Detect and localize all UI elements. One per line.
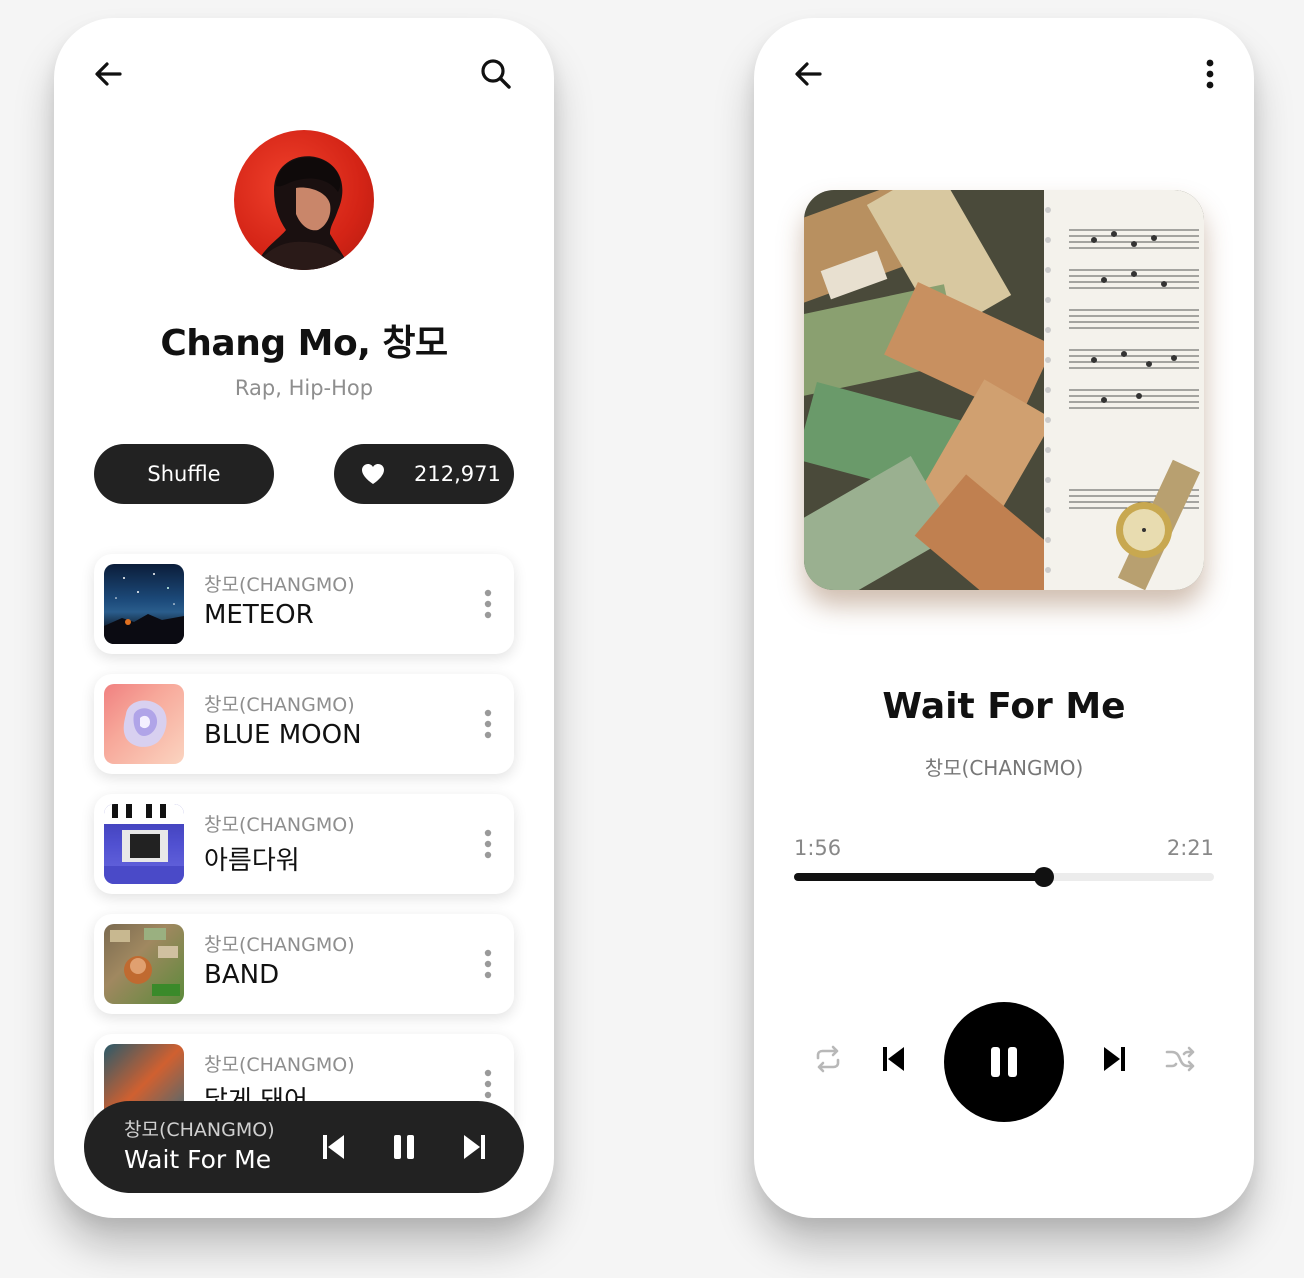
track-artist: 창모(CHANGMO)	[204, 814, 355, 836]
progress-bar[interactable]	[794, 867, 1214, 887]
album-cover	[104, 684, 184, 764]
shuffle-button[interactable]: Shuffle	[94, 444, 274, 504]
pause-icon	[394, 1135, 414, 1159]
shuffle-toggle-button[interactable]	[1162, 1041, 1198, 1077]
skip-next-icon	[464, 1135, 485, 1159]
artist-genre: Rap, Hip-Hop	[234, 376, 374, 400]
more-vertical-icon	[1206, 59, 1214, 89]
now-playing-title: Wait For Me	[882, 686, 1126, 727]
skip-previous-icon	[883, 1047, 904, 1071]
track-title: 아름다워	[204, 846, 300, 876]
like-count: 212,971	[414, 462, 501, 486]
shuffle-icon	[1165, 1046, 1195, 1072]
track-artist: 창모(CHANGMO)	[204, 934, 355, 956]
album-cover	[104, 564, 184, 644]
album-art	[804, 190, 1204, 590]
artist-avatar	[234, 130, 374, 270]
track-menu-button[interactable]	[474, 822, 502, 866]
next-button[interactable]	[1096, 1041, 1132, 1077]
progress-thumb[interactable]	[1034, 867, 1055, 887]
previous-button[interactable]	[876, 1041, 912, 1077]
artist-name: Chang Mo, 창모	[160, 323, 448, 364]
track-menu-button[interactable]	[474, 942, 502, 986]
arrow-left-icon	[795, 62, 822, 86]
mini-player-title: Wait For Me	[124, 1145, 272, 1174]
artist-screen: Chang Mo, 창모 Rap, Hip-Hop Shuffle 212,97…	[54, 18, 554, 1218]
skip-next-icon	[1104, 1047, 1125, 1071]
pause-icon	[991, 1047, 1017, 1077]
total-time: 2:21	[1166, 836, 1214, 860]
more-options-button[interactable]	[1188, 52, 1232, 96]
track-menu-button[interactable]	[474, 582, 502, 626]
more-vertical-icon	[484, 949, 492, 979]
track-item-areumdawo[interactable]: 창모(CHANGMO) 아름다워	[94, 794, 514, 894]
more-vertical-icon	[484, 829, 492, 859]
track-menu-button[interactable]	[474, 1062, 502, 1106]
heart-icon	[362, 464, 384, 484]
back-button[interactable]	[786, 52, 830, 96]
album-art-image	[804, 190, 1204, 590]
more-vertical-icon	[484, 1069, 492, 1099]
artist-photo	[254, 156, 352, 270]
mini-player[interactable]: 창모(CHANGMO) Wait For Me	[84, 1101, 524, 1193]
track-item-blue-moon[interactable]: 창모(CHANGMO) BLUE MOON	[94, 674, 514, 774]
album-cover	[104, 804, 184, 884]
track-artist: 창모(CHANGMO)	[204, 1054, 355, 1076]
progress-fill	[794, 873, 1045, 881]
play-pause-button[interactable]	[944, 1002, 1064, 1122]
track-item-meteor[interactable]: 창모(CHANGMO) METEOR	[94, 554, 514, 654]
like-button[interactable]: 212,971	[334, 444, 514, 504]
album-cover	[104, 924, 184, 1004]
back-button[interactable]	[86, 52, 130, 96]
mini-pause-button[interactable]	[384, 1127, 424, 1167]
search-icon	[481, 59, 511, 89]
track-menu-button[interactable]	[474, 702, 502, 746]
now-playing-screen: Wait For Me 창모(CHANGMO) 1:56 2:21	[754, 18, 1254, 1218]
arrow-left-icon	[95, 62, 122, 86]
track-title: BAND	[204, 960, 280, 990]
mini-player-artist: 창모(CHANGMO)	[124, 1119, 275, 1141]
mini-next-button[interactable]	[454, 1127, 494, 1167]
now-playing-artist: 창모(CHANGMO)	[924, 756, 1084, 780]
repeat-button[interactable]	[810, 1041, 846, 1077]
more-vertical-icon	[484, 589, 492, 619]
track-artist: 창모(CHANGMO)	[204, 574, 355, 596]
mini-previous-button[interactable]	[314, 1127, 354, 1167]
search-button[interactable]	[474, 52, 518, 96]
more-vertical-icon	[484, 709, 492, 739]
track-item-band[interactable]: 창모(CHANGMO) BAND	[94, 914, 514, 1014]
elapsed-time: 1:56	[794, 836, 842, 860]
track-artist: 창모(CHANGMO)	[204, 694, 355, 716]
shuffle-button-label: Shuffle	[147, 462, 221, 486]
skip-previous-icon	[323, 1135, 344, 1159]
track-title: BLUE MOON	[204, 720, 362, 750]
repeat-icon	[816, 1045, 840, 1073]
track-title: METEOR	[204, 600, 314, 630]
